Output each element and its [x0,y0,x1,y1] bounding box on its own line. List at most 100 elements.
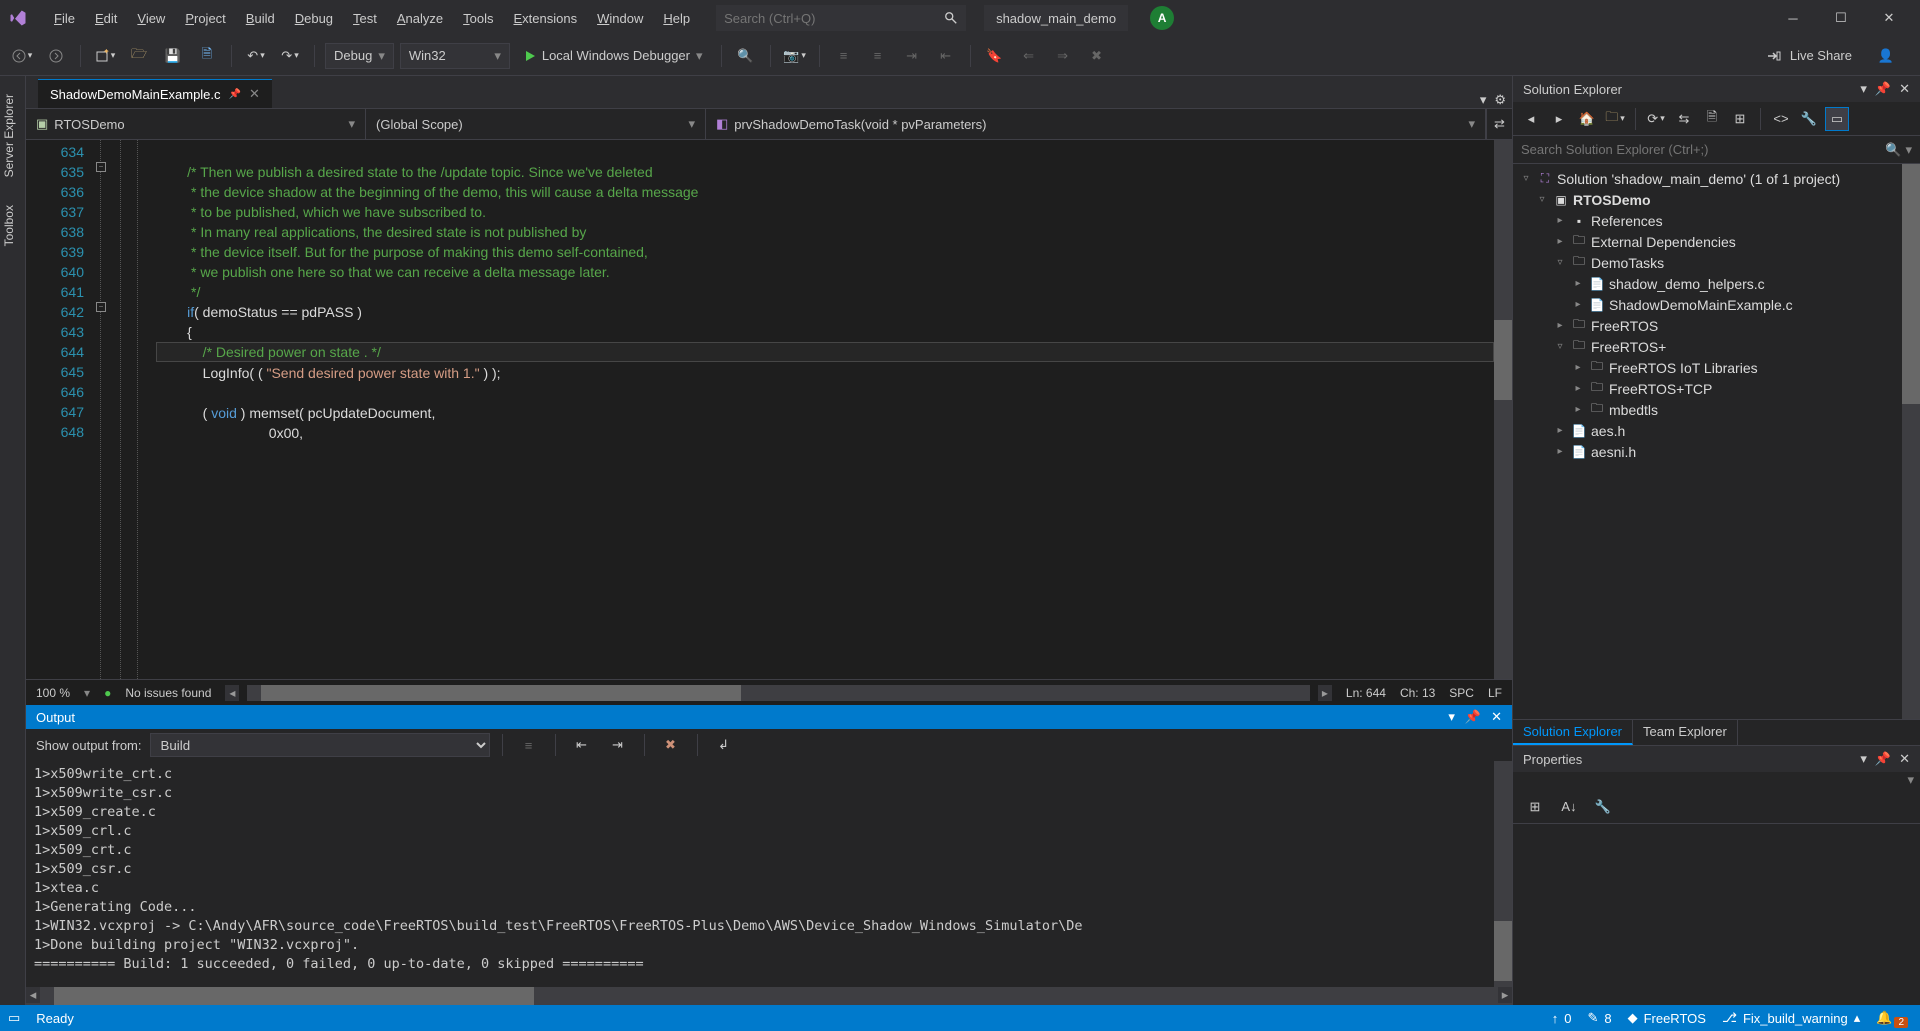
goto-next-button[interactable]: ⇥ [604,731,632,759]
nav-scope-dropdown[interactable]: (Global Scope)▾ [366,109,706,139]
toolbox-tab[interactable]: Toolbox [0,195,25,256]
menu-help[interactable]: Help [653,7,700,30]
tree-item[interactable]: ▸🗀FreeRTOS [1513,315,1920,336]
clear-bookmarks-button[interactable]: ✖ [1083,42,1111,70]
clear-output-button[interactable]: ≡ [515,731,543,759]
collapse-all-button[interactable]: ⊞ [1728,107,1752,131]
switch-views-button[interactable]: 🗀 [1603,107,1627,131]
fold-toggle-icon[interactable]: − [96,162,106,172]
tab-solution-explorer[interactable]: Solution Explorer [1513,720,1633,745]
pin-icon[interactable]: 📌 [1875,81,1891,97]
tree-solution-node[interactable]: ▿⛶ Solution 'shadow_main_demo' (1 of 1 p… [1513,168,1920,189]
output-header[interactable]: Output ▾ 📌 ✕ [26,705,1512,729]
undo-button[interactable]: ↶ [242,42,270,70]
solution-tree[interactable]: ▿⛶ Solution 'shadow_main_demo' (1 of 1 p… [1513,164,1920,719]
tree-item[interactable]: ▿▣RTOSDemo [1513,189,1920,210]
branch-indicator[interactable]: ⎇ Fix_build_warning ▴ [1722,1010,1860,1026]
menu-project[interactable]: Project [175,7,235,30]
line-indicator[interactable]: Ln: 644 [1346,686,1386,700]
tree-item[interactable]: ▸🗀FreeRTOS IoT Libraries [1513,357,1920,378]
tree-item[interactable]: ▿🗀DemoTasks [1513,252,1920,273]
minimize-button[interactable]: ─ [1770,3,1816,33]
server-explorer-tab[interactable]: Server Explorer [0,84,25,187]
document-tab-active[interactable]: ShadowDemoMainExample.c 📌 ✕ [38,79,272,108]
prev-bookmark-button[interactable]: ⇐ [1015,42,1043,70]
categorized-button[interactable]: ⊞ [1521,793,1549,821]
start-debugging-button[interactable]: Local Windows Debugger ▾ [516,43,711,69]
editor-vertical-scrollbar[interactable] [1494,140,1512,679]
notifications-button[interactable]: 🔔2 [1876,1010,1912,1026]
tree-item[interactable]: ▸📄aesni.h [1513,441,1920,462]
next-bookmark-button[interactable]: ⇒ [1049,42,1077,70]
active-files-dropdown[interactable]: ▾ [1480,92,1487,108]
tree-item[interactable]: ▸📄shadow_demo_helpers.c [1513,273,1920,294]
menu-debug[interactable]: Debug [285,7,343,30]
tree-item[interactable]: ▸🗀External Dependencies [1513,231,1920,252]
tree-item[interactable]: ▸🗀FreeRTOS+TCP [1513,378,1920,399]
split-view-button[interactable]: ⇄ [1486,109,1512,139]
panel-dropdown-icon[interactable]: ▾ [1860,81,1867,97]
menu-build[interactable]: Build [236,7,285,30]
close-panel-icon[interactable]: ✕ [1491,709,1502,725]
nav-back-button[interactable] [8,42,36,70]
bookmark-button[interactable]: 🔖 [981,42,1009,70]
line-ending-mode[interactable]: LF [1488,686,1502,700]
properties-header[interactable]: Properties ▾ 📌 ✕ [1513,746,1920,772]
pin-icon[interactable]: 📌 [229,89,241,100]
close-panel-icon[interactable]: ✕ [1899,751,1910,767]
menu-window[interactable]: Window [587,7,653,30]
sync-active-button[interactable]: ⇆ [1672,107,1696,131]
editor-horizontal-scrollbar[interactable] [247,685,1310,701]
refresh-button[interactable]: 🗎 [1700,107,1724,131]
properties-button[interactable]: 🔧 [1797,107,1821,131]
output-horizontal-scrollbar[interactable]: ◂▸ [26,987,1512,1005]
hscroll-right-arrow[interactable]: ▸ [1318,685,1332,701]
nav-forward-button[interactable] [42,42,70,70]
save-button[interactable]: 💾 [159,42,187,70]
tree-item[interactable]: ▸📄ShadowDemoMainExample.c [1513,294,1920,315]
menu-test[interactable]: Test [343,7,387,30]
pin-icon[interactable]: 📌 [1465,709,1481,725]
close-button[interactable]: ✕ [1866,3,1912,33]
nav-member-dropdown[interactable]: ◧ prvShadowDemoTask(void * pvParameters)… [706,109,1486,139]
save-all-button[interactable]: 🗎 [193,42,221,70]
output-source-dropdown[interactable]: Build [150,733,490,757]
forward-button[interactable]: ▸ [1547,107,1571,131]
code-content[interactable]: /* Then we publish a desired state to th… [156,140,1494,679]
menu-file[interactable]: File [44,7,85,30]
output-content[interactable]: 1>x509write_crt.c 1>x509write_csr.c 1>x5… [26,761,1494,987]
outdent-button[interactable]: ⇤ [932,42,960,70]
panel-dropdown-icon[interactable]: ▾ [1860,751,1867,767]
solution-name-box[interactable]: shadow_main_demo [984,5,1128,31]
word-wrap-button[interactable]: ↲ [710,731,738,759]
output-dropdown-icon[interactable]: ▾ [1448,709,1455,725]
show-all-files-button[interactable]: <> [1769,107,1793,131]
property-pages-button[interactable]: 🔧 [1589,793,1617,821]
pin-icon[interactable]: 📌 [1875,751,1891,767]
open-file-button[interactable]: 🗁 [125,42,153,70]
new-item-button[interactable]: ✦ [91,42,119,70]
menu-view[interactable]: View [127,7,175,30]
fold-toggle-icon[interactable]: − [96,302,106,312]
preview-button[interactable]: ▭ [1825,107,1849,131]
comment-out-button[interactable]: ≡ [830,42,858,70]
menu-tools[interactable]: Tools [453,7,503,30]
incoming-commits[interactable]: ✎ 8 [1587,1010,1611,1026]
menu-analyze[interactable]: Analyze [387,7,453,30]
outgoing-commits[interactable]: ↑ 0 [1552,1011,1572,1026]
tree-item[interactable]: ▸🗀mbedtls [1513,399,1920,420]
tab-options-icon[interactable]: ⚙ [1494,92,1506,108]
close-tab-icon[interactable]: ✕ [249,86,260,102]
indent-mode[interactable]: SPC [1449,686,1474,700]
tree-item[interactable]: ▸▪References [1513,210,1920,231]
tree-scrollbar[interactable] [1902,164,1920,719]
tree-item[interactable]: ▸📄aes.h [1513,420,1920,441]
feedback-button[interactable]: 👤 [1872,42,1900,70]
alphabetical-button[interactable]: A↓ [1555,793,1583,821]
redo-button[interactable]: ↷ [276,42,304,70]
screenshot-button[interactable]: 📷 [781,42,809,70]
live-share-button[interactable]: Live Share [1790,48,1852,63]
back-button[interactable]: ◂ [1519,107,1543,131]
clear-all-button[interactable]: ✖ [657,731,685,759]
home-button[interactable]: 🏠 [1575,107,1599,131]
